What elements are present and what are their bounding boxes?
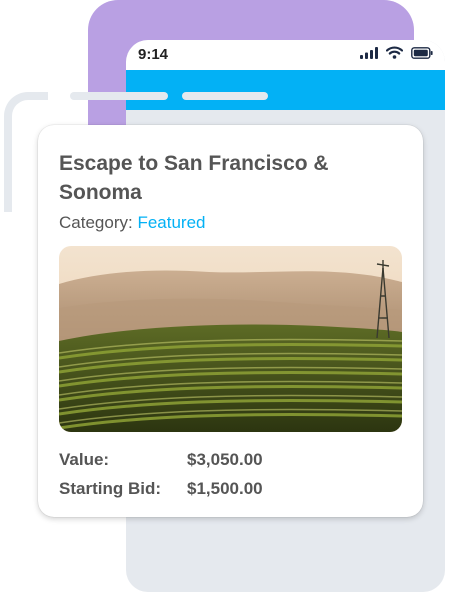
starting-bid-row: Starting Bid: $1,500.00 <box>59 479 263 499</box>
battery-icon <box>411 46 433 64</box>
listing-card[interactable]: Escape to San Francisco & Sonoma Categor… <box>38 125 423 517</box>
status-bar: 9:14 <box>126 40 445 70</box>
status-icons <box>360 46 433 64</box>
category-link[interactable]: Featured <box>137 213 205 232</box>
illustration-stage: 9:14 Escape to San Francisco & Sonoma Ca… <box>0 0 450 598</box>
app-header-bar <box>126 70 445 110</box>
signal-icon <box>360 46 378 64</box>
decorative-dash <box>182 92 268 100</box>
value-amount: $3,050.00 <box>187 450 263 469</box>
vineyard-photo <box>59 246 402 432</box>
category-label: Category: <box>59 213 133 232</box>
starting-bid-label: Starting Bid: <box>59 479 161 498</box>
starting-bid-amount: $1,500.00 <box>187 479 263 498</box>
decorative-dash <box>70 92 168 100</box>
listing-title: Escape to San Francisco & Sonoma <box>59 152 329 204</box>
status-time: 9:14 <box>138 46 169 63</box>
value-row: Value: $3,050.00 <box>59 450 263 470</box>
wifi-icon <box>385 46 404 64</box>
category-line: Category: Featured <box>59 213 205 233</box>
value-label: Value: <box>59 450 110 469</box>
